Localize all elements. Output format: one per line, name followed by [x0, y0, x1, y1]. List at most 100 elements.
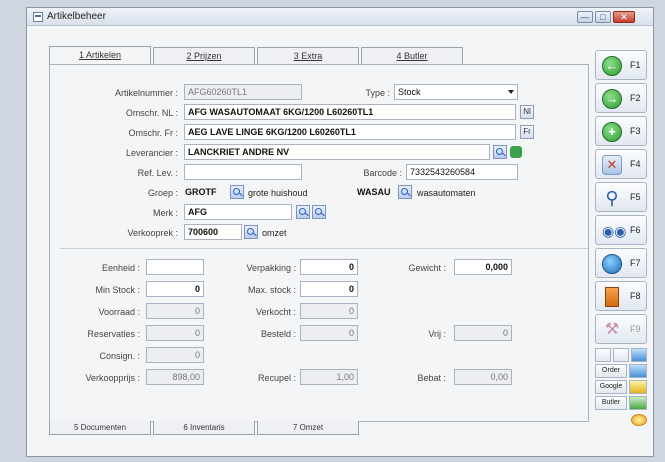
title-bar[interactable]: Artikelbeheer — □ ✕: [27, 8, 653, 26]
tab-inventaris[interactable]: 6 Inventaris: [153, 421, 255, 435]
verpakking-field[interactable]: 0: [300, 259, 358, 275]
tab-documenten[interactable]: 5 Documenten: [49, 421, 151, 435]
divider: [60, 248, 588, 249]
reservaties-field: 0: [146, 325, 204, 341]
maximize-button[interactable]: □: [595, 11, 611, 23]
f1-button[interactable]: ← F1: [595, 50, 647, 80]
butler-button[interactable]: Butler: [595, 396, 627, 410]
language-nl-button[interactable]: Nl: [520, 105, 534, 119]
artikelen-panel: Artikelnummer : AFG60260TL1 Type : Stock…: [49, 64, 589, 422]
voorraad-field: 0: [146, 303, 204, 319]
gewicht-field[interactable]: 0,000: [454, 259, 512, 275]
leverancier-field[interactable]: LANCKRIET ANDRE NV: [184, 144, 490, 160]
type-label: Type :: [365, 88, 390, 98]
artikelbeheer-window: Artikelbeheer — □ ✕ 1 Artikelen 2 Prijze…: [26, 7, 654, 457]
omschr-fr-field[interactable]: AEG LAVE LINGE 6KG/1200 L60260TL1: [184, 124, 516, 140]
verkoopprijs-field: 898,00: [146, 369, 204, 385]
f2-button[interactable]: → F2: [595, 83, 647, 113]
f6-button[interactable]: ◉◉ F6: [595, 215, 647, 245]
verkooprek-search-icon[interactable]: [244, 225, 258, 239]
gewicht-label: Gewicht :: [408, 263, 446, 273]
order-icon[interactable]: [629, 364, 647, 378]
f7-key-label: F7: [630, 258, 641, 268]
google-icon[interactable]: [629, 380, 647, 394]
verpakking-label: Verpakking :: [246, 263, 296, 273]
f8-key-label: F8: [630, 291, 641, 301]
f2-key-label: F2: [630, 93, 641, 103]
ref-lev-label: Ref. Lev. :: [137, 168, 178, 178]
minimize-button[interactable]: —: [577, 11, 593, 23]
window-title: Artikelbeheer: [47, 11, 106, 22]
f9-key-label: F9: [630, 324, 641, 334]
besteld-field: 0: [300, 325, 358, 341]
butler-icon[interactable]: [629, 396, 647, 410]
f4-key-label: F4: [630, 159, 641, 169]
verkooprek-label: Verkooprek :: [127, 228, 178, 238]
groep-code[interactable]: GROTF: [184, 184, 232, 200]
artikelnummer-field[interactable]: AFG60260TL1: [184, 84, 302, 100]
max-stock-label: Max. stock :: [247, 285, 296, 295]
vrij-field: 0: [454, 325, 512, 341]
status-icon: [631, 414, 647, 426]
verkocht-label: Verkocht :: [255, 307, 296, 317]
google-button[interactable]: Google: [595, 380, 627, 394]
verkooprek-field[interactable]: 700600: [184, 224, 242, 240]
globe-icon: [602, 254, 622, 274]
recupel-field: 1,00: [300, 369, 358, 385]
type-value: Stock: [398, 87, 421, 97]
info-icon[interactable]: [631, 348, 647, 362]
tab-prijzen[interactable]: 2 Prijzen: [153, 47, 255, 65]
tab-label: 4 Butler: [396, 51, 428, 61]
groep-search-icon[interactable]: [230, 185, 244, 199]
merk-edit-icon[interactable]: [312, 205, 326, 219]
arrow-right-icon: →: [602, 89, 622, 109]
ref-lev-field[interactable]: [184, 164, 302, 180]
leverancier-search-icon[interactable]: [493, 145, 507, 159]
bebat-field: 0,00: [454, 369, 512, 385]
document-icon[interactable]: [613, 348, 629, 362]
tab-artikelen[interactable]: 1 Artikelen: [49, 46, 151, 65]
reservaties-label: Reservaties :: [87, 329, 140, 339]
close-button[interactable]: ✕: [613, 11, 635, 23]
groep-label: Groep :: [147, 188, 178, 198]
f3-key-label: F3: [630, 126, 641, 136]
f8-button[interactable]: F8: [595, 281, 647, 311]
f9-button[interactable]: ⚒ F9: [595, 314, 647, 344]
merk-field[interactable]: AFG: [184, 204, 292, 220]
leverancier-open-icon[interactable]: [510, 146, 522, 158]
tools-icon: ⚒: [604, 321, 620, 338]
f5-button[interactable]: ⚲ F5: [595, 182, 647, 212]
tab-butler[interactable]: 4 Butler: [361, 47, 463, 65]
eenheid-field[interactable]: [146, 259, 204, 275]
besteld-label: Besteld :: [260, 329, 296, 339]
type-select[interactable]: Stock: [394, 84, 518, 100]
omschr-nl-field[interactable]: AFG WASAUTOMAAT 6KG/1200 L60260TL1: [184, 104, 516, 120]
tab-label: 2 Prijzen: [186, 51, 222, 61]
subgroep-code[interactable]: WASAU: [356, 184, 398, 200]
f4-button[interactable]: ✕ F4: [595, 149, 647, 179]
tab-omzet[interactable]: 7 Omzet: [257, 421, 359, 435]
magnifier-icon: ⚲: [605, 188, 619, 208]
consign-field: 0: [146, 347, 204, 363]
window-icon: [33, 12, 43, 22]
f6-key-label: F6: [630, 225, 641, 235]
f3-button[interactable]: + F3: [595, 116, 647, 146]
recupel-label: Recupel :: [257, 373, 296, 383]
barcode-field[interactable]: 7332543260584: [406, 164, 518, 180]
subgroep-search-icon[interactable]: [398, 185, 412, 199]
omschr-nl-label: Omschr. NL :: [125, 108, 178, 118]
merk-search-icon[interactable]: [296, 205, 310, 219]
order-button[interactable]: Order: [595, 364, 627, 378]
verkoopprijs-label: Verkoopprijs :: [85, 373, 140, 383]
f7-button[interactable]: F7: [595, 248, 647, 278]
merk-label: Merk :: [152, 208, 178, 218]
tab-extra[interactable]: 3 Extra: [257, 47, 359, 65]
omschr-fr-label: Omschr. Fr :: [128, 128, 179, 138]
min-stock-field[interactable]: 0: [146, 281, 204, 297]
max-stock-field[interactable]: 0: [300, 281, 358, 297]
printer-icon[interactable]: [595, 348, 611, 362]
language-fr-button[interactable]: Fr: [520, 125, 534, 139]
bebat-label: Bebat :: [417, 373, 446, 383]
eenheid-label: Eenheid :: [101, 263, 140, 273]
artikelnummer-label: Artikelnummer :: [114, 88, 178, 98]
